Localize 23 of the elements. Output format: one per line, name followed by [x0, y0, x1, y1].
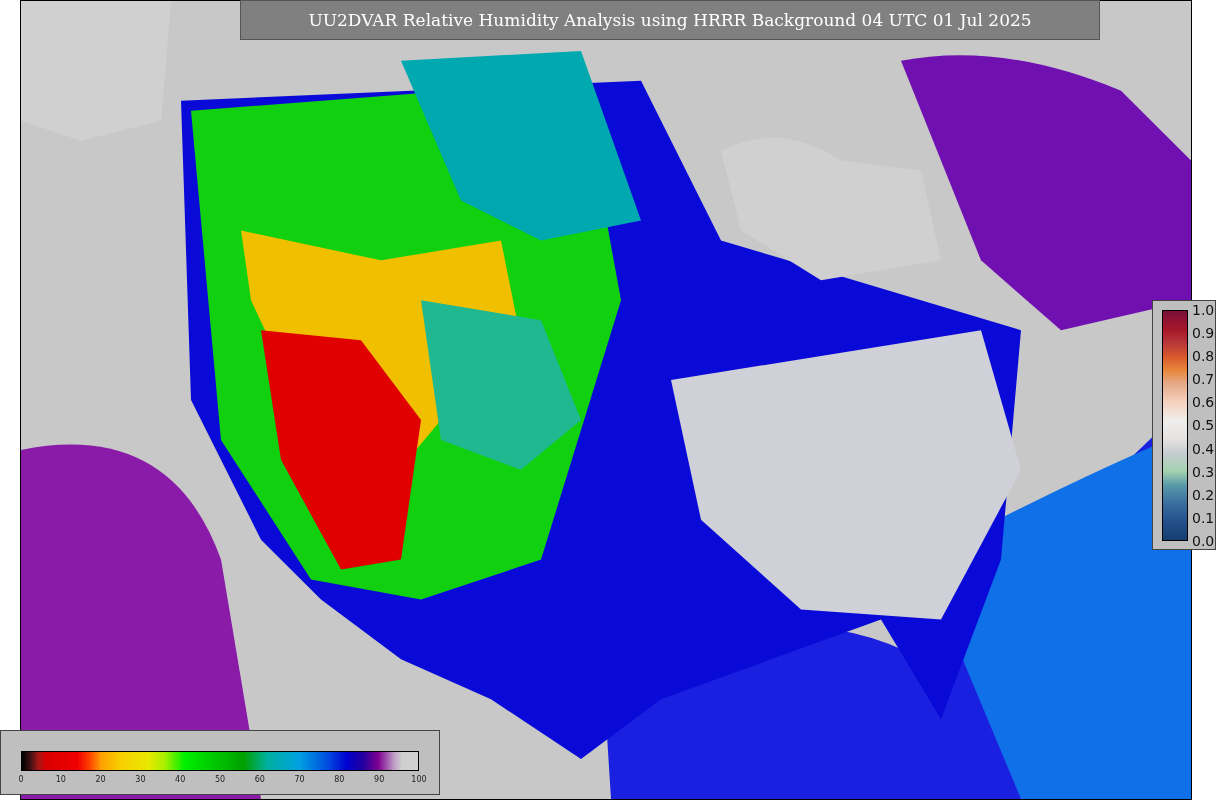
scale-label: 0.0 [1192, 532, 1215, 549]
scale-label: 0.9 [1192, 325, 1215, 342]
map-title: UU2DVAR Relative Humidity Analysis using HRRR Background 04 UTC 01 Jul 2025 [240, 0, 1100, 40]
scale-label: 30 [134, 775, 147, 784]
scale-label: 0.4 [1192, 440, 1215, 457]
scale-label: 0 [17, 775, 25, 784]
scale-label: 0.6 [1192, 394, 1215, 411]
scale-label: 10 [54, 775, 67, 784]
scale-label: 20 [94, 775, 107, 784]
scale-label: 60 [253, 775, 266, 784]
scale-label: 80 [333, 775, 346, 784]
scale-label: 90 [373, 775, 386, 784]
scale-label: 0.2 [1192, 486, 1215, 503]
scale-label: 100 [410, 775, 428, 784]
scale-label: 0.1 [1192, 509, 1215, 526]
scale-label: 0.5 [1192, 417, 1215, 434]
scale-label: 0.3 [1192, 463, 1215, 480]
scale-label: 40 [174, 775, 187, 784]
scale-label: 50 [213, 775, 227, 784]
scale-label: 0.7 [1192, 371, 1215, 388]
scale-label: 1.0 [1192, 302, 1215, 318]
scale-label: 70 [293, 775, 306, 784]
scale-label: 0.8 [1192, 348, 1215, 365]
